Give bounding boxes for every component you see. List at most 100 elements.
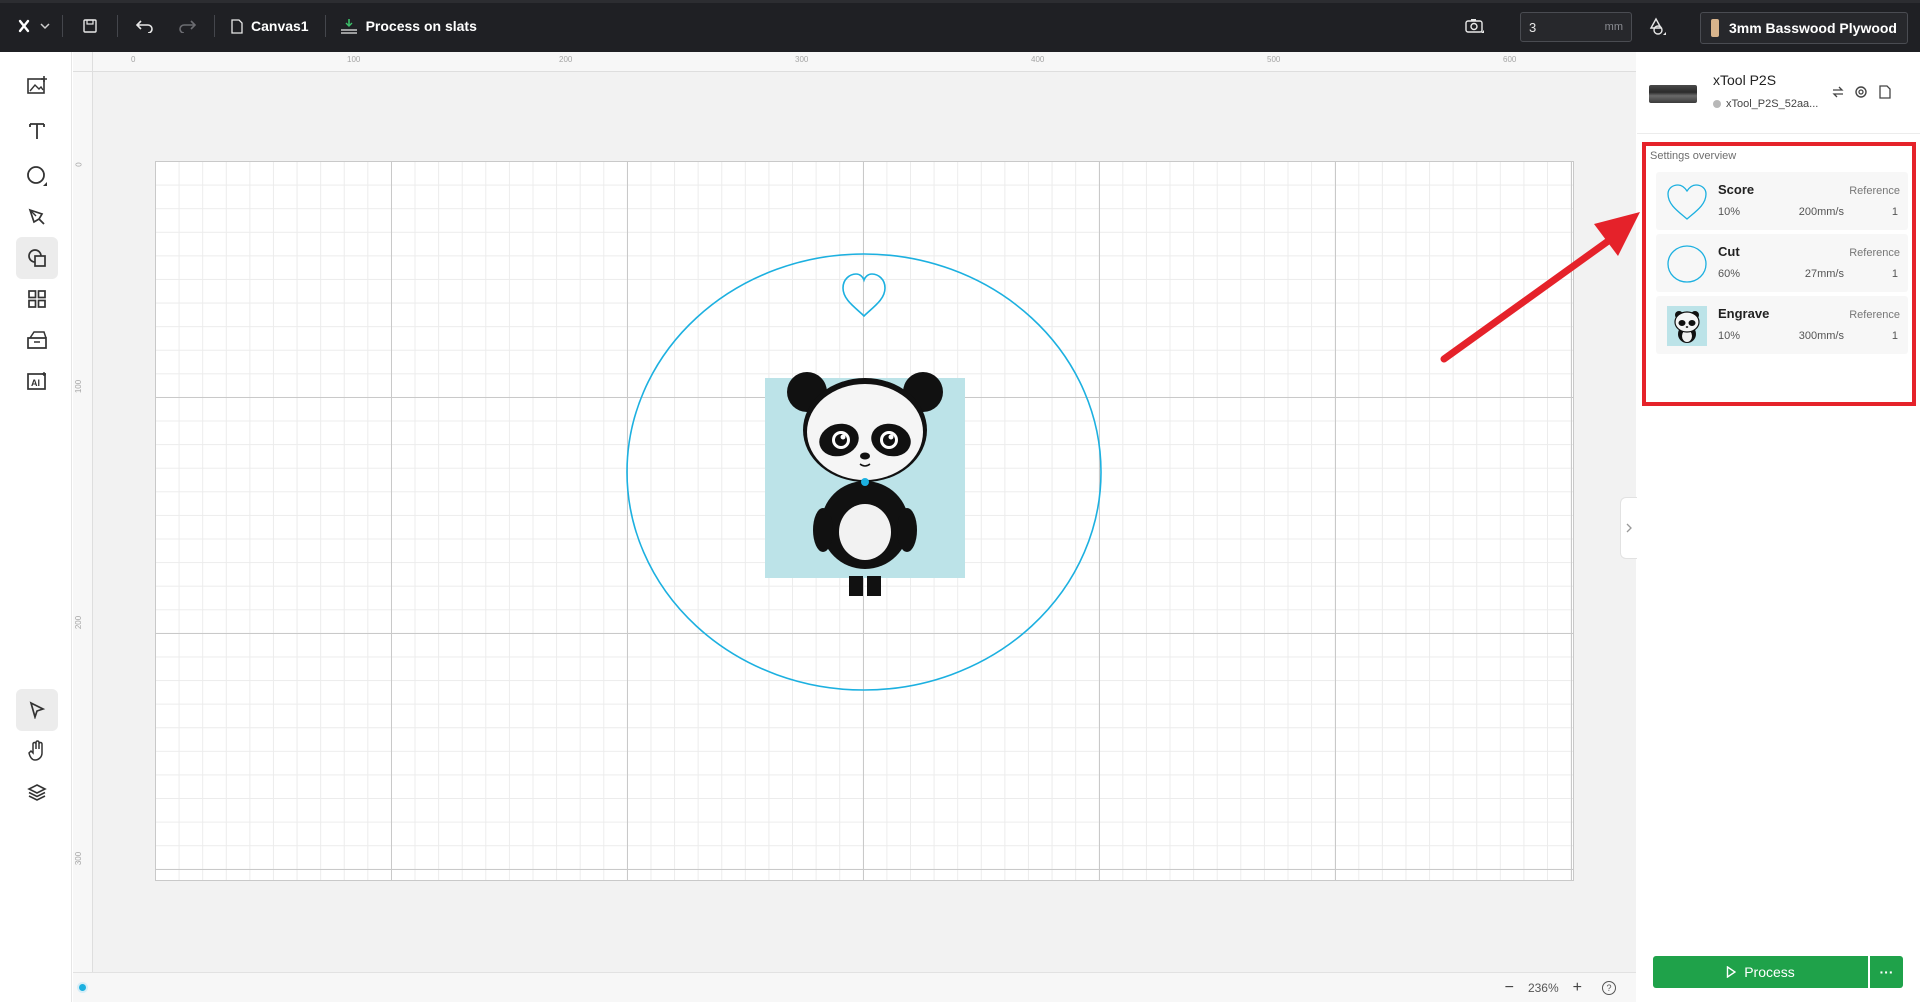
camera-icon (1465, 19, 1484, 33)
redo-button[interactable] (170, 0, 204, 52)
device-header: xTool P2S xTool_P2S_52aa... (1637, 52, 1920, 134)
components-icon (28, 290, 46, 308)
separator (62, 15, 63, 37)
play-icon (1727, 966, 1737, 978)
speed-value: 300mm/s (1798, 330, 1844, 342)
auto-measure-button[interactable] (1640, 0, 1674, 52)
slats-icon (340, 19, 357, 34)
right-panel: xTool P2S xTool_P2S_52aa... Settings ove… (1637, 52, 1920, 1002)
power-value: 10% (1718, 330, 1741, 342)
document-icon (1879, 85, 1891, 99)
process-mode-button[interactable]: Process on slats (336, 0, 481, 52)
canvas-name: Canvas1 (251, 18, 309, 34)
camera-button[interactable] (1458, 0, 1492, 52)
process-button-label: Process (1744, 964, 1795, 980)
materials-icon (27, 331, 47, 349)
components-tool[interactable] (16, 278, 58, 320)
zoom-out-button[interactable]: − (1505, 979, 1514, 997)
swap-icon (1832, 86, 1844, 98)
passes-value: 1 (1891, 206, 1898, 218)
top-bar: Canvas1 Process on slats 3 mm 3mm Basswo… (0, 0, 1920, 52)
power-value: 60% (1718, 268, 1741, 280)
xtool-logo-icon (18, 19, 50, 33)
undo-button[interactable] (128, 0, 162, 52)
image-tool[interactable] (16, 64, 58, 106)
process-button[interactable]: Process (1653, 956, 1868, 988)
left-toolbar: AI (0, 52, 72, 1002)
redo-icon (179, 20, 196, 33)
device-thumbnail (1649, 85, 1697, 103)
more-icon: ··· (1879, 964, 1894, 980)
separator (117, 15, 118, 37)
device-name: xTool P2S (1713, 72, 1777, 88)
design-objects (626, 253, 1102, 691)
select-icon (29, 701, 46, 719)
process-mode-label: Process on slats (365, 18, 477, 34)
material-swatch (1711, 19, 1719, 37)
save-icon (83, 19, 97, 33)
text-icon (29, 123, 45, 139)
zoom-level[interactable]: 236% (1528, 981, 1559, 995)
material-selector[interactable]: 3mm Basswood Plywood (1700, 12, 1908, 44)
thickness-value: 3 (1529, 19, 1537, 35)
thickness-input[interactable]: 3 mm (1520, 12, 1632, 42)
connection-status-dot (1713, 100, 1721, 108)
undo-icon (136, 20, 153, 33)
text-tool[interactable] (16, 110, 58, 152)
status-dot (77, 982, 88, 993)
select-tool[interactable] (16, 689, 58, 731)
save-button[interactable] (73, 0, 107, 52)
device-info-button[interactable] (1875, 82, 1895, 102)
status-bar: − 236% + ? (73, 972, 1636, 1002)
gear-icon (1855, 86, 1867, 98)
power-value: 10% (1718, 206, 1741, 218)
shapes-library-tool[interactable] (16, 237, 58, 279)
app-menu-button[interactable] (6, 0, 62, 52)
reference-label: Reference (1849, 185, 1900, 197)
separator (214, 15, 215, 37)
shapes-library-icon (28, 249, 46, 267)
pen-tool[interactable] (16, 196, 58, 238)
reference-label: Reference (1849, 247, 1900, 259)
device-serial: xTool_P2S_52aa... (1713, 98, 1818, 110)
layers-tool[interactable] (16, 771, 58, 813)
separator (324, 15, 326, 37)
ai-icon: AI (27, 372, 46, 390)
chevron-right-icon (1626, 523, 1632, 533)
help-icon[interactable]: ? (1602, 981, 1616, 995)
canvas-area[interactable]: 0 100 200 300 400 500 600 0 100 200 300 (73, 52, 1636, 1002)
process-more-button[interactable]: ··· (1870, 956, 1903, 988)
image-icon (27, 76, 47, 94)
device-settings-button[interactable] (1851, 82, 1871, 102)
speed-value: 200mm/s (1798, 206, 1844, 218)
device-serial-text: xTool_P2S_52aa... (1726, 98, 1819, 110)
overview-item-score[interactable]: Score Reference 10% 200mm/s 1 (1656, 172, 1908, 230)
switch-device-button[interactable] (1828, 82, 1848, 102)
ai-tool[interactable]: AI (16, 360, 58, 402)
passes-value: 1 (1891, 268, 1898, 280)
thickness-unit: mm (1604, 21, 1623, 33)
overview-item-cut[interactable]: Cut Reference 60% 27mm/s 1 (1656, 234, 1908, 292)
process-mode-name: Engrave (1718, 306, 1770, 321)
file-icon (231, 18, 243, 34)
settings-overview: Settings overview Score Reference 10% 20… (1642, 142, 1916, 406)
panel-collapse-button[interactable] (1620, 497, 1637, 559)
settings-overview-title: Settings overview (1650, 150, 1737, 162)
materials-tool[interactable] (16, 319, 58, 361)
pen-icon (28, 208, 45, 225)
reference-label: Reference (1849, 309, 1900, 321)
zoom-in-button[interactable]: + (1573, 979, 1582, 997)
overview-item-engrave[interactable]: Engrave Reference 10% 300mm/s 1 (1656, 296, 1908, 354)
svg-text:AI: AI (31, 378, 40, 388)
score-heart[interactable] (842, 273, 886, 318)
top-edge (0, 0, 1920, 3)
zoom-controls: − 236% + ? (1505, 973, 1616, 1003)
shape-tool[interactable] (16, 155, 58, 197)
auto-measure-icon (1649, 17, 1666, 35)
heart-thumb (1664, 179, 1710, 225)
circle-thumb (1664, 241, 1710, 287)
layers-icon (27, 784, 47, 801)
hand-tool[interactable] (16, 730, 58, 772)
material-name: 3mm Basswood Plywood (1728, 20, 1897, 36)
canvas-name-button[interactable]: Canvas1 (225, 0, 315, 52)
